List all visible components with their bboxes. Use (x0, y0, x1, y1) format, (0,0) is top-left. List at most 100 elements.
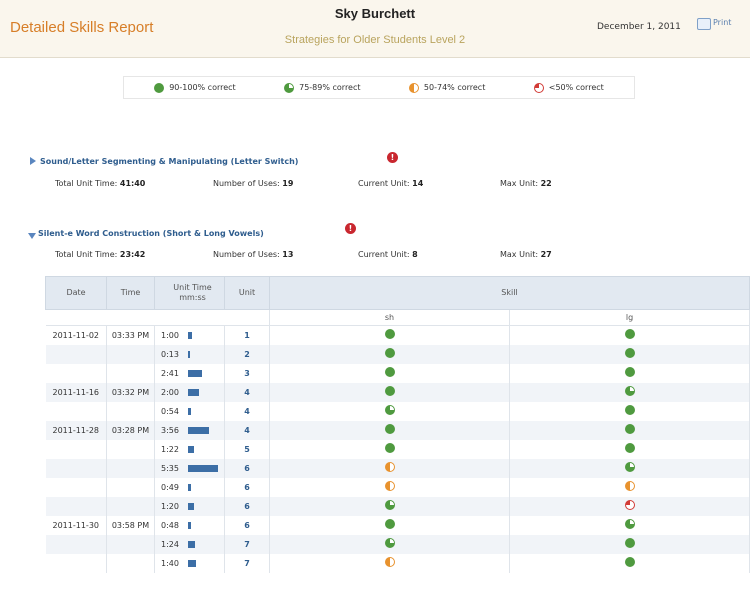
col-date[interactable]: Date (45, 276, 107, 310)
row-date (45, 363, 107, 383)
row-unit: 6 (224, 458, 270, 478)
table-row: 1:22 5 (45, 439, 750, 459)
row-unit: 7 (224, 553, 270, 573)
quarter-red-icon (533, 82, 544, 93)
row-unit-time: 1:40 (154, 553, 225, 573)
half-orange-icon (384, 462, 395, 472)
half-orange-icon (384, 557, 395, 567)
row-unit-time: 5:35 (154, 458, 225, 478)
row-skill-sh (269, 363, 510, 383)
number-of-uses: Number of Uses: 13 (213, 250, 294, 259)
three-quarter-green-icon (384, 405, 395, 415)
row-skill-lg (509, 420, 750, 440)
legend-label: <50% correct (548, 83, 604, 92)
half-orange-icon (624, 481, 635, 491)
row-skill-sh (269, 553, 510, 573)
row-time: 03:28 PM (106, 420, 155, 440)
row-unit-time: 2:00 (154, 382, 225, 402)
row-skill-sh (269, 477, 510, 497)
skills-table: Date Time Unit Time mm:ss Unit Skill sh … (45, 276, 750, 573)
unit-time-bar (188, 464, 218, 472)
full-green-icon (384, 348, 395, 358)
row-skill-lg (509, 382, 750, 402)
col-time[interactable]: Time (106, 276, 155, 310)
row-date (45, 458, 107, 478)
three-quarter-green-icon (624, 519, 635, 529)
half-orange-icon (408, 82, 419, 93)
row-skill-sh (269, 420, 510, 440)
total-unit-time: Total Unit Time: 41:40 (55, 179, 146, 188)
row-unit-time: 3:56 (154, 420, 225, 440)
row-unit: 4 (224, 401, 270, 421)
row-date (45, 553, 107, 573)
row-unit-time: 0:54 (154, 401, 225, 421)
table-row: 2011-11-02 03:33 PM 1:00 1 (45, 325, 750, 345)
skill-lg-header: lg (509, 309, 750, 326)
row-unit: 5 (224, 439, 270, 459)
full-green-icon (384, 443, 395, 453)
three-quarter-green-icon (624, 386, 635, 396)
row-date: 2011-11-02 (45, 325, 107, 345)
score-legend: 90-100% correct 75-89% correct 50-74% co… (123, 76, 635, 99)
legend-label: 50-74% correct (423, 83, 486, 92)
row-unit-time: 1:20 (154, 496, 225, 516)
expand-arrow-icon[interactable] (30, 157, 36, 165)
full-green-icon (624, 424, 635, 434)
legend-item: <50% correct (533, 82, 604, 93)
row-time (106, 439, 155, 459)
row-time (106, 344, 155, 364)
row-skill-sh (269, 534, 510, 554)
row-unit-time: 1:00 (154, 325, 225, 345)
row-unit-time: 0:48 (154, 515, 225, 535)
row-skill-sh (269, 344, 510, 364)
unit-time-bar (188, 426, 209, 434)
row-skill-lg (509, 553, 750, 573)
row-date: 2011-11-16 (45, 382, 107, 402)
three-quarter-green-icon (384, 538, 395, 548)
section-title[interactable]: Silent-e Word Construction (Short & Long… (38, 229, 264, 238)
full-green-icon (624, 367, 635, 377)
row-time (106, 496, 155, 516)
alert-icon[interactable]: ! (387, 152, 398, 163)
full-green-icon (384, 367, 395, 377)
collapse-arrow-icon[interactable] (28, 233, 36, 239)
three-quarter-green-icon (284, 82, 295, 93)
row-skill-sh (269, 382, 510, 402)
unit-time-bar (188, 521, 191, 529)
alert-icon[interactable]: ! (345, 223, 356, 234)
max-unit: Max Unit: 27 (500, 250, 552, 259)
student-name: Sky Burchett (334, 6, 416, 21)
table-row: 5:35 6 (45, 458, 750, 478)
full-green-icon (384, 424, 395, 434)
row-date (45, 496, 107, 516)
table-row: 2011-11-16 03:32 PM 2:00 4 (45, 382, 750, 402)
unit-time-bar (188, 445, 194, 453)
legend-item: 90-100% correct (154, 82, 236, 93)
row-date (45, 344, 107, 364)
unit-time-bar (188, 502, 194, 510)
full-green-icon (624, 538, 635, 548)
table-row: 2011-11-30 03:58 PM 0:48 6 (45, 515, 750, 535)
row-date: 2011-11-30 (45, 515, 107, 535)
unit-time-bar (188, 388, 199, 396)
unit-time-bar (188, 483, 191, 491)
report-header: Detailed Skills Report Sky Burchett Stra… (0, 0, 750, 58)
row-skill-sh (269, 401, 510, 421)
table-row: 0:54 4 (45, 401, 750, 421)
col-unit-time[interactable]: Unit Time mm:ss (154, 276, 225, 310)
row-skill-lg (509, 458, 750, 478)
printer-icon (697, 18, 711, 30)
row-time: 03:58 PM (106, 515, 155, 535)
row-skill-lg (509, 325, 750, 345)
section-title[interactable]: Sound/Letter Segmenting & Manipulating (… (40, 157, 298, 166)
legend-label: 75-89% correct (299, 83, 361, 92)
col-unit[interactable]: Unit (224, 276, 270, 310)
row-unit: 2 (224, 344, 270, 364)
full-green-icon (624, 405, 635, 415)
table-row: 0:13 2 (45, 344, 750, 364)
row-skill-sh (269, 458, 510, 478)
row-skill-lg (509, 344, 750, 364)
print-button[interactable]: Print (697, 18, 731, 30)
row-unit-time: 1:24 (154, 534, 225, 554)
row-unit: 1 (224, 325, 270, 345)
